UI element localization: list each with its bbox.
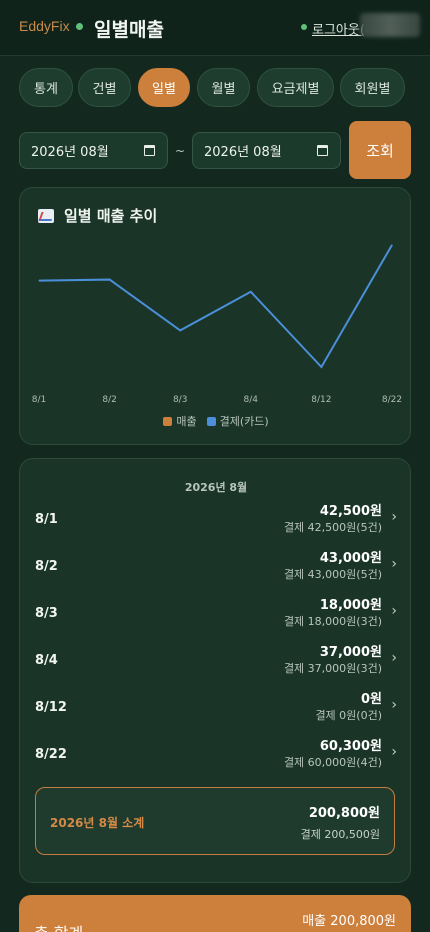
x-tick-label: 8/22 (382, 395, 402, 405)
row-amount: 43,000원 (319, 551, 382, 566)
row-amount: 0원 (360, 692, 382, 707)
tab-by-transaction[interactable]: 건별 (78, 68, 131, 107)
row-payment: 결제 37,000원(3건) (283, 662, 382, 675)
row-date: 8/2 (35, 559, 58, 574)
logout-link[interactable]: 로그아웃( (312, 19, 365, 38)
daily-sales-row[interactable]: 8/22 60,300원결제 60,000원(4건) › (20, 732, 412, 776)
chevron-right-icon[interactable]: › (391, 509, 397, 525)
chevron-right-icon[interactable]: › (391, 556, 397, 572)
start-month-value: 2026년 08월 (31, 145, 109, 160)
tab-daily[interactable]: 일별 (138, 68, 190, 107)
daily-sales-row[interactable]: 8/1 42,500원결제 42,500원(5건) › (20, 497, 412, 541)
x-tick-label: 8/4 (244, 395, 259, 405)
user-name-redacted (360, 13, 420, 37)
online-dot-icon (301, 24, 307, 30)
tab-statistics[interactable]: 통계 (19, 68, 73, 107)
data-point (391, 244, 393, 246)
row-amount: 37,000원 (319, 645, 382, 660)
list-month-heading: 2026년 8월 (184, 481, 248, 494)
daily-sales-row[interactable]: 8/2 43,000원결제 43,000원(5건) › (20, 544, 412, 588)
row-amount: 60,300원 (319, 739, 382, 754)
chevron-right-icon[interactable]: › (391, 744, 397, 760)
row-date: 8/12 (35, 700, 67, 715)
row-date: 8/4 (35, 653, 58, 668)
end-month-input[interactable]: 2026년 08월 (192, 132, 341, 169)
row-payment: 결제 18,000원(3건) (283, 615, 382, 628)
x-tick-label: 8/2 (102, 395, 116, 405)
legend-label: 결제(카드) (219, 415, 269, 428)
row-payment: 결제 42,500원(5건) (283, 521, 382, 534)
legend-item[interactable]: 결제(카드) (206, 413, 269, 429)
x-tick-label: 8/1 (32, 395, 46, 405)
page-title: 일별매출 (94, 19, 164, 41)
monthly-subtotal: 2026년 8월 소계 200,800원 결제 200,500원 (35, 787, 395, 855)
row-payment: 결제 0원(0건) (315, 709, 382, 722)
daily-sales-row[interactable]: 8/4 37,000원결제 37,000원(3건) › (20, 638, 412, 682)
calendar-icon[interactable] (144, 145, 155, 156)
legend-label: 매출 (176, 415, 197, 428)
daily-sales-row[interactable]: 8/12 0원결제 0원(0건) › (20, 685, 412, 729)
row-date: 8/22 (35, 747, 67, 762)
legend-item[interactable]: 매출 (163, 413, 197, 429)
data-point (179, 329, 181, 331)
data-point (250, 291, 252, 293)
grand-total-label: 총 합계 (34, 920, 83, 932)
x-tick-label: 8/3 (173, 395, 187, 405)
daily-sales-chart-card: 일별 매출 추이 8/1 8/2 8/3 8/4 8/12 8/22 매출 결제(카드) (19, 187, 411, 445)
chevron-right-icon[interactable]: › (391, 650, 397, 666)
subtotal-label: 2026년 8월 소계 (50, 816, 145, 830)
tab-monthly[interactable]: 월별 (197, 68, 250, 107)
row-amount: 42,500원 (319, 504, 382, 519)
search-button[interactable]: 조회 (349, 121, 411, 179)
app-header: EddyFix 일별매출 로그아웃( (0, 0, 430, 56)
legend-swatch (206, 416, 216, 426)
start-month-input[interactable]: 2026년 08월 (19, 132, 168, 169)
row-date: 8/3 (35, 606, 58, 621)
status-dot-icon (76, 23, 83, 30)
daily-sales-list-card: 2026년 8월 8/1 42,500원결제 42,500원(5건) › 8/2 43,… (19, 458, 411, 883)
grand-total-sales: 매출 200,800원 (302, 914, 396, 929)
daily-sales-row[interactable]: 8/3 18,000원결제 18,000원(3건) › (20, 591, 412, 635)
calendar-icon[interactable] (317, 145, 328, 156)
data-point (320, 366, 322, 368)
row-amount: 18,000원 (319, 598, 382, 613)
end-month-value: 2026년 08월 (204, 145, 282, 160)
tab-by-member[interactable]: 회원별 (340, 68, 405, 107)
legend-swatch (163, 416, 173, 426)
x-tick-label: 8/12 (311, 395, 331, 405)
range-separator: ~ (175, 144, 186, 158)
subtotal-amount: 200,800원 (308, 806, 380, 821)
line-chart: 8/1 8/2 8/3 8/4 8/12 8/22 (32, 244, 402, 405)
data-point (109, 279, 111, 281)
subtotal-payment: 결제 200,500원 (300, 828, 380, 841)
brand-logo[interactable]: EddyFix (19, 18, 70, 34)
grand-total-card: 총 합계 매출 200,800원 (19, 895, 411, 932)
chevron-right-icon[interactable]: › (391, 697, 397, 713)
series-line-card-payment (38, 244, 393, 369)
row-payment: 결제 43,000원(5건) (283, 568, 382, 581)
data-point (38, 280, 40, 282)
tab-by-plan[interactable]: 요금제별 (257, 68, 334, 107)
row-date: 8/1 (35, 512, 58, 527)
chevron-right-icon[interactable]: › (391, 603, 397, 619)
row-payment: 결제 60,000원(4건) (283, 756, 382, 769)
chart-legend: 매출 결제(카드) (20, 413, 412, 429)
